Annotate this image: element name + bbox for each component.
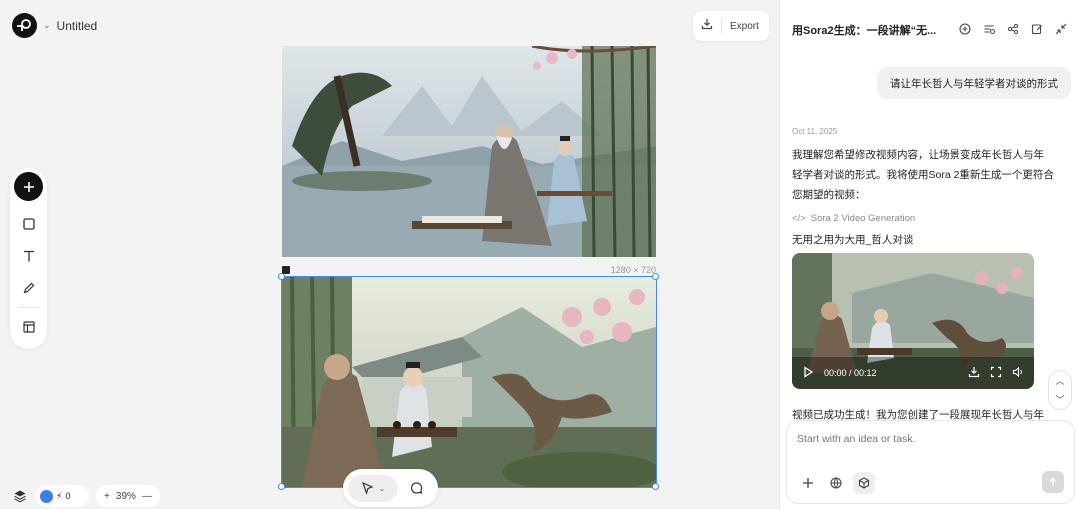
share-icon[interactable]: [1006, 22, 1020, 36]
user-message: 请让年长哲人与年轻学者对谈的形式: [877, 67, 1071, 99]
chevron-down-icon[interactable]: ⌄: [43, 20, 51, 31]
history-icon[interactable]: [982, 22, 996, 36]
credits-badge[interactable]: ⚡ 0: [35, 485, 89, 507]
fullscreen-icon[interactable]: [990, 366, 1002, 380]
add-button[interactable]: [14, 172, 43, 201]
layers-icon: [14, 490, 26, 503]
resize-handle-top-left[interactable]: [278, 273, 285, 280]
zoom-control: + 39% —: [96, 485, 160, 507]
generation-tag-label: Sora 2 Video Generation: [810, 213, 916, 224]
download-icon: [701, 17, 713, 35]
chat-input[interactable]: [797, 433, 1047, 445]
lightning-icon: ⚡: [56, 490, 63, 501]
new-chat-icon[interactable]: [958, 22, 972, 36]
layers-button[interactable]: [10, 486, 30, 506]
credits-count: 0: [65, 491, 71, 501]
collapse-icon[interactable]: [1054, 22, 1068, 36]
scroll-control: ︿ ﹀: [1048, 370, 1072, 410]
assistant-message-2: 视频已成功生成！我为您创建了一段展现年长哲人与年: [792, 409, 1044, 421]
rectangle-tool[interactable]: [14, 208, 44, 240]
export-label: Export: [730, 20, 759, 32]
cube-icon: [858, 477, 870, 489]
canvas-image-1[interactable]: [282, 46, 656, 257]
video-time: 00:00 / 00:12: [824, 368, 877, 378]
text-icon: [23, 250, 34, 262]
cursor-icon: [361, 481, 374, 495]
comment-tool[interactable]: [404, 476, 428, 500]
comment-icon: [410, 481, 422, 494]
document-title[interactable]: Untitled: [57, 19, 98, 33]
message-date: Oct 11, 2025: [792, 127, 838, 136]
video-title: 无用之用为大用_哲人对谈: [792, 234, 914, 246]
chat-title: 用Sora2生成：一段讲解“无...: [792, 25, 937, 37]
resize-handle-bottom-left[interactable]: [278, 483, 285, 490]
play-icon[interactable]: [802, 366, 814, 380]
toolbar-divider: [18, 307, 39, 308]
chat-panel: 用Sora2生成：一段讲解“无... 请让年长哲人与年轻学者对谈的形式 Oct …: [779, 0, 1080, 509]
left-toolbar: [10, 168, 47, 349]
edit-icon[interactable]: [1030, 22, 1044, 36]
pencil-icon: [23, 282, 34, 294]
canvas-image-2-selected[interactable]: [281, 276, 657, 488]
code-icon: </>: [792, 213, 806, 224]
video-controls: 00:00 / 00:12: [792, 357, 1034, 389]
bottom-toolbar: ⌄: [343, 469, 438, 507]
text-tool[interactable]: [14, 240, 44, 272]
select-tool[interactable]: ⌄: [348, 474, 398, 502]
zoom-out-button[interactable]: —: [142, 491, 152, 502]
download-icon[interactable]: [968, 366, 980, 380]
panel-header-actions: [958, 22, 1068, 36]
model-button[interactable]: [853, 472, 875, 494]
web-search-button[interactable]: [825, 472, 847, 494]
volume-icon[interactable]: [1012, 366, 1024, 380]
plus-icon: [23, 181, 34, 192]
square-icon: [22, 218, 35, 230]
scroll-up-icon[interactable]: ︿: [1055, 374, 1064, 387]
chat-input-box: [786, 420, 1075, 504]
divider: [721, 18, 722, 34]
arrow-up-icon: [1049, 477, 1057, 486]
resize-handle-bottom-right[interactable]: [652, 483, 659, 490]
pencil-tool[interactable]: [14, 272, 44, 304]
image-size-label: 1280 × 720: [610, 265, 656, 275]
resize-handle-top-right[interactable]: [652, 273, 659, 280]
layout-icon: [22, 321, 35, 333]
send-button[interactable]: [1042, 471, 1064, 493]
app-header: ⌄ Untitled: [12, 13, 97, 38]
app-logo-icon[interactable]: [12, 13, 37, 38]
layout-tool[interactable]: [14, 311, 44, 343]
input-tools: [797, 472, 875, 494]
attach-button[interactable]: [797, 472, 819, 494]
assistant-message: 我理解您希望修改视频内容，让场景变成年长哲人与年轻学者对谈的形式。我将使用Sor…: [792, 149, 1054, 201]
scroll-down-icon[interactable]: ﹀: [1055, 393, 1064, 406]
chevron-down-icon: ⌄: [378, 483, 386, 493]
generation-tag: </> Sora 2 Video Generation: [792, 213, 915, 224]
zoom-in-button[interactable]: +: [104, 491, 110, 502]
zoom-level: 39%: [115, 490, 136, 502]
video-player[interactable]: 00:00 / 00:12: [792, 253, 1034, 389]
globe-icon: [830, 477, 842, 489]
plus-icon: [803, 478, 813, 488]
credits-icon: [40, 489, 53, 503]
export-button[interactable]: Export: [693, 11, 769, 41]
